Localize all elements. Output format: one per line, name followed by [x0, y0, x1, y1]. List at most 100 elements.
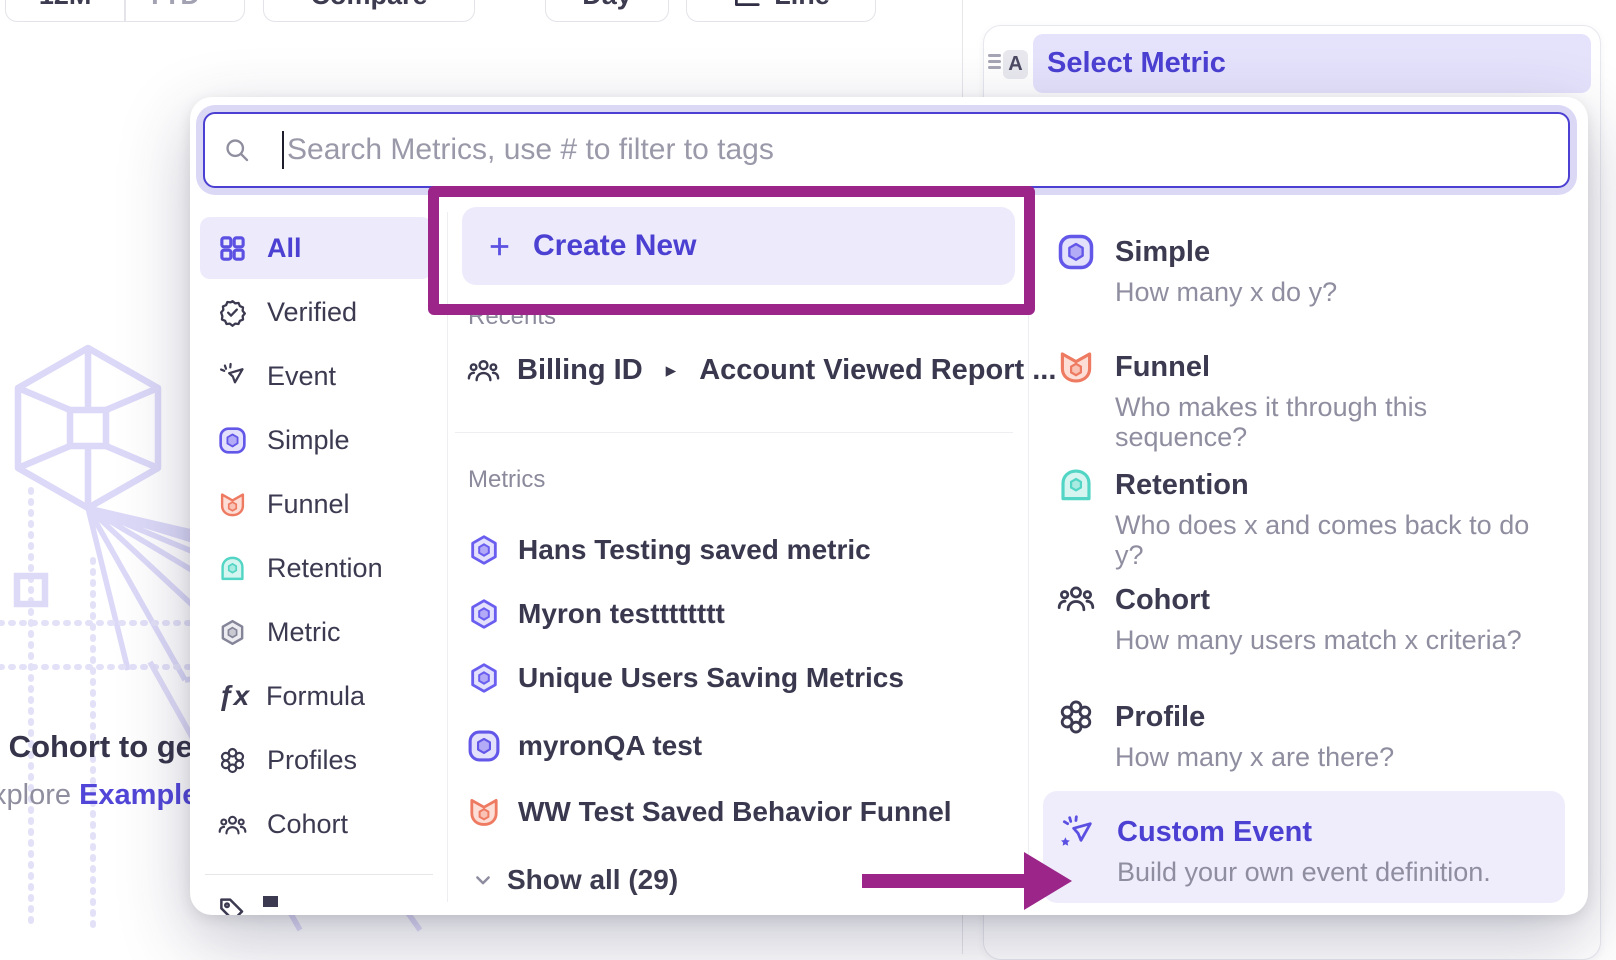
drag-handle-icon[interactable]	[988, 54, 1001, 69]
saved-metric-item[interactable]: Unique Users Saving Metrics	[467, 654, 904, 702]
section-divider	[455, 432, 1013, 433]
category-label: All	[267, 233, 302, 264]
category-metric[interactable]: Metric	[200, 601, 432, 663]
verified-badge-icon	[218, 298, 247, 327]
category-all[interactable]: All	[200, 217, 432, 279]
saved-metric-item[interactable]: Myron testttttttt	[467, 590, 725, 638]
retention-icon	[1057, 466, 1095, 504]
simple-metric-icon	[1057, 233, 1095, 271]
create-new-button[interactable]: Create New	[462, 207, 1015, 285]
caret-right-icon: ▸	[660, 358, 683, 383]
type-cohort[interactable]: Cohort How many users match x criteria?	[1057, 583, 1557, 655]
chart-type-label: Line	[774, 0, 830, 21]
retention-icon	[218, 554, 247, 583]
column-divider	[1028, 212, 1029, 902]
saved-metric-icon	[467, 533, 501, 567]
chevron-down-icon	[208, 0, 224, 5]
search-icon	[223, 136, 251, 164]
saved-metric-item[interactable]: myronQA test	[467, 722, 702, 770]
category-cohort[interactable]: Cohort	[200, 793, 432, 855]
chart-type-button[interactable]: Line	[686, 0, 876, 22]
granularity-label: Day	[582, 0, 632, 21]
saved-metric-label: myronQA test	[518, 730, 702, 762]
profiles-cluster-icon	[218, 746, 247, 775]
compare-label: Compare	[310, 0, 427, 21]
recent-item-group: Billing ID	[517, 354, 643, 387]
select-metric-label: Select Metric	[1047, 47, 1226, 80]
type-title: Cohort	[1115, 583, 1522, 617]
saved-metric-item[interactable]: Hans Testing saved metric	[467, 526, 871, 574]
sidebar-divider	[205, 874, 433, 875]
category-label: Event	[267, 361, 336, 392]
create-new-label: Create New	[533, 229, 696, 263]
type-description: Who does x and comes back to do y?	[1115, 510, 1557, 570]
cohort-people-icon	[1057, 581, 1095, 615]
funnel-icon	[218, 490, 247, 519]
category-partial-row[interactable]	[217, 894, 278, 915]
type-title: Simple	[1115, 235, 1337, 269]
show-all-label: Show all (29)	[507, 864, 678, 896]
saved-metric-icon	[467, 597, 501, 631]
show-all-button[interactable]: Show all (29)	[473, 860, 678, 900]
recent-item[interactable]: Billing ID ▸ Account Viewed Report ...	[467, 347, 1056, 393]
category-label: Verified	[267, 297, 357, 328]
type-description: How many x are there?	[1115, 742, 1394, 772]
category-label: Funnel	[267, 489, 350, 520]
date-range-control[interactable]: 12M YTD	[5, 0, 245, 22]
tag-icon	[217, 894, 247, 915]
simple-metric-icon	[218, 426, 247, 455]
range-12m-button[interactable]: 12M	[6, 0, 124, 21]
type-description: Who makes it through this sequence?	[1115, 392, 1557, 452]
category-verified[interactable]: Verified	[200, 281, 432, 343]
category-retention[interactable]: Retention	[200, 537, 432, 599]
profiles-cluster-icon	[1057, 698, 1095, 736]
category-event[interactable]: Event	[200, 345, 432, 407]
explore-text-fragment: xplore	[0, 779, 71, 811]
range-ytd-label: YTD	[146, 0, 200, 21]
column-divider	[447, 212, 448, 902]
cohort-people-icon	[467, 356, 500, 384]
category-label: Retention	[267, 553, 383, 584]
granularity-button[interactable]: Day	[545, 0, 669, 22]
category-profiles[interactable]: Profiles	[200, 729, 432, 791]
saved-metric-label: Hans Testing saved metric	[518, 534, 871, 566]
category-formula[interactable]: ƒx Formula	[200, 665, 432, 727]
type-description: How many x do y?	[1115, 277, 1337, 307]
type-title: Funnel	[1115, 350, 1557, 384]
category-label: Simple	[267, 425, 350, 456]
type-retention[interactable]: Retention Who does x and comes back to d…	[1057, 468, 1557, 570]
type-title: Retention	[1115, 468, 1557, 502]
saved-metric-icon	[467, 661, 501, 695]
custom-event-icon	[1057, 813, 1097, 853]
type-description: Build your own event definition.	[1117, 857, 1491, 887]
type-title: Custom Event	[1117, 815, 1491, 849]
metric-picker-dialog: Search Metrics, use # to filter to tags …	[190, 97, 1588, 915]
event-cursor-icon	[218, 362, 247, 391]
formula-icon: ƒx	[218, 680, 252, 712]
saved-metric-icon	[218, 618, 247, 647]
range-ytd-button[interactable]: YTD	[126, 0, 244, 21]
saved-metric-label: Myron testttttttt	[518, 598, 725, 630]
type-funnel[interactable]: Funnel Who makes it through this sequenc…	[1057, 350, 1557, 452]
category-simple[interactable]: Simple	[200, 409, 432, 471]
line-chart-icon	[732, 0, 762, 9]
recents-section-label: Recents	[468, 303, 556, 331]
recent-item-event: Account Viewed Report ...	[699, 354, 1056, 387]
type-custom-event[interactable]: Custom Event Build your own event defini…	[1057, 815, 1557, 887]
range-12m-label: 12M	[39, 0, 92, 21]
empty-state-headline-fragment: r Cohort to ge	[0, 729, 193, 765]
saved-metric-item[interactable]: WW Test Saved Behavior Funnel	[467, 788, 952, 836]
saved-metric-label: Unique Users Saving Metrics	[518, 662, 904, 694]
compare-button[interactable]: Compare	[263, 0, 475, 22]
funnel-icon	[1057, 348, 1095, 386]
category-label: Cohort	[267, 809, 348, 840]
saved-metric-label: WW Test Saved Behavior Funnel	[518, 796, 952, 828]
category-funnel[interactable]: Funnel	[200, 473, 432, 535]
type-simple[interactable]: Simple How many x do y?	[1057, 235, 1557, 307]
type-profile[interactable]: Profile How many x are there?	[1057, 700, 1557, 772]
search-input[interactable]: Search Metrics, use # to filter to tags	[203, 112, 1570, 188]
search-placeholder: Search Metrics, use # to filter to tags	[287, 133, 774, 167]
select-metric-field[interactable]: Select Metric	[1033, 34, 1591, 93]
plus-icon	[486, 233, 513, 260]
grid-icon	[218, 234, 247, 263]
